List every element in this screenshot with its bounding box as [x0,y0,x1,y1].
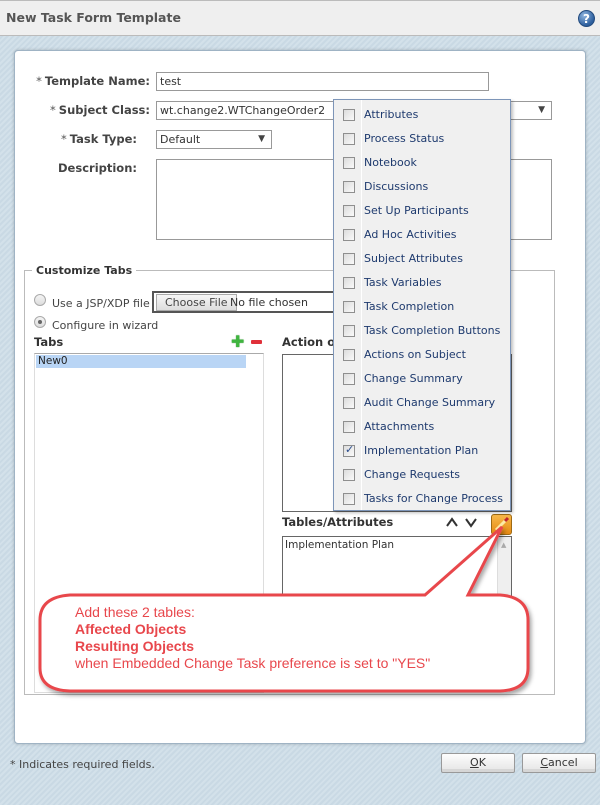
callout-bubble [38,525,530,693]
cancel-button[interactable]: Cancel [522,753,596,773]
callout-text: Add these 2 tables: Affected Objects Res… [75,604,431,671]
required-fields-note: * Indicates required fields. [10,758,155,771]
ok-button[interactable]: OK [441,753,515,773]
